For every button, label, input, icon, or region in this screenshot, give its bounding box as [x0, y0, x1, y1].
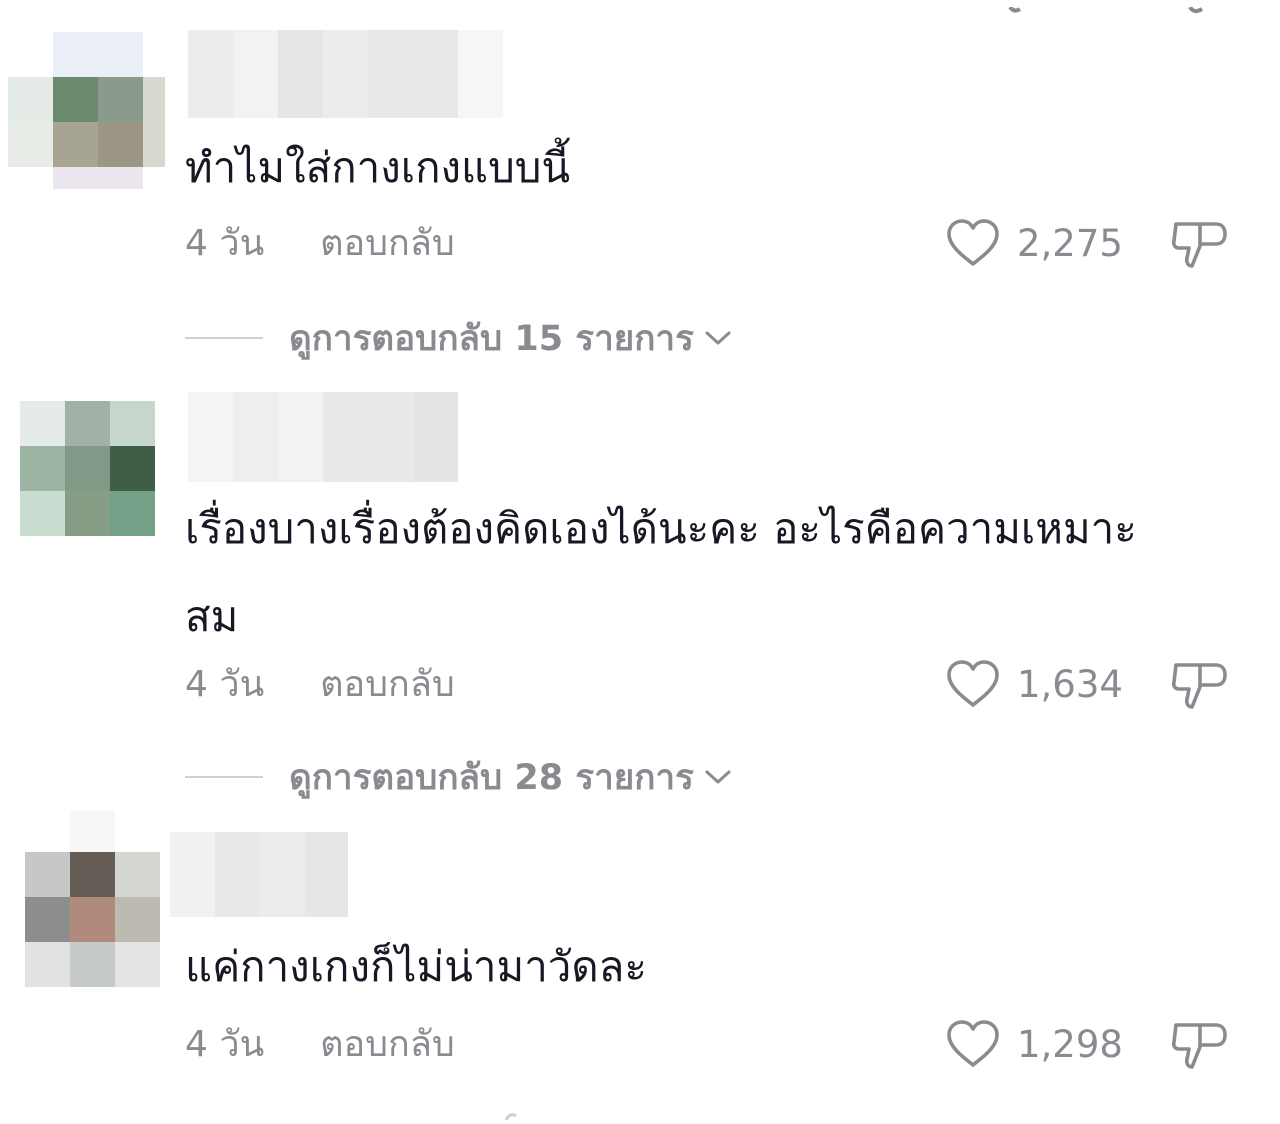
like-button[interactable]: 2,275 [945, 215, 1123, 271]
username-blurred[interactable] [188, 392, 458, 482]
comment-meta: 4 วัน ตอบกลับ [185, 1018, 455, 1068]
reply-button[interactable]: ตอบกลับ [320, 655, 455, 712]
username-blurred[interactable] [170, 832, 348, 917]
avatar-blur-top [70, 810, 115, 852]
avatar-blur-bottom [53, 167, 143, 189]
reply-divider [185, 776, 263, 778]
avatar[interactable] [25, 852, 160, 987]
comment-text: แค่กางเกงก็ไม่น่ามาวัดละ [185, 942, 647, 991]
comment-meta: 4 วัน ตอบกลับ [185, 658, 455, 708]
avatar-blur-top [53, 32, 143, 77]
view-replies-button[interactable]: ดูการตอบกลับ 28 รายการ [185, 752, 732, 802]
view-replies-button[interactable]: ดูการตอบกลับ 15 รายการ [185, 313, 732, 363]
comment-time: 4 วัน [185, 222, 265, 264]
comment-item: แค่กางเกงก็ไม่น่ามาวัดละ 4 วัน ตอบกลับ 1… [0, 810, 1280, 1121]
thumbs-down-icon[interactable] [1170, 655, 1228, 713]
reply-button[interactable]: ตอบกลับ [320, 214, 455, 271]
like-button[interactable]: 1,634 [945, 656, 1123, 712]
comment-item: เรื่องบางเรื่องต้องคิดเองได้นะคะ อะไรคือ… [0, 380, 1280, 810]
next-row-partial [500, 1105, 530, 1121]
avatar[interactable] [8, 77, 143, 212]
like-button[interactable]: 1,298 [945, 1016, 1123, 1072]
reply-divider [185, 337, 263, 339]
comment-time: 4 วัน [185, 1023, 265, 1065]
heart-outline-icon [947, 1020, 999, 1067]
avatar-blur-side [143, 77, 165, 167]
avatar[interactable] [20, 401, 155, 536]
comment-item: ทำไมใส่กางเกงแบบนี้ 4 วัน ตอบกลับ 2,275 … [0, 0, 1280, 380]
thumbs-down-icon[interactable] [1170, 214, 1228, 272]
thumbs-down-icon[interactable] [1170, 1015, 1228, 1073]
username-blurred[interactable] [188, 30, 503, 118]
chevron-down-icon [705, 770, 731, 784]
heart-outline-icon [947, 660, 999, 707]
heart-outline-icon [947, 219, 999, 266]
reply-button[interactable]: ตอบกลับ [320, 1015, 455, 1072]
comment-time: 4 วัน [185, 663, 265, 705]
chevron-down-icon [705, 331, 731, 345]
comment-meta: 4 วัน ตอบกลับ [185, 217, 455, 267]
like-count: 1,634 [1017, 662, 1123, 706]
like-count: 2,275 [1017, 221, 1123, 265]
view-replies-label: ดูการตอบกลับ 15 รายการ [289, 318, 694, 359]
view-replies-label: ดูการตอบกลับ 28 รายการ [289, 757, 694, 798]
like-count: 1,298 [1017, 1022, 1123, 1066]
comment-text: เรื่องบางเรื่องต้องคิดเองได้นะคะ อะไรคือ… [185, 504, 1137, 641]
comment-text: ทำไมใส่กางเกงแบบนี้ [185, 143, 571, 192]
